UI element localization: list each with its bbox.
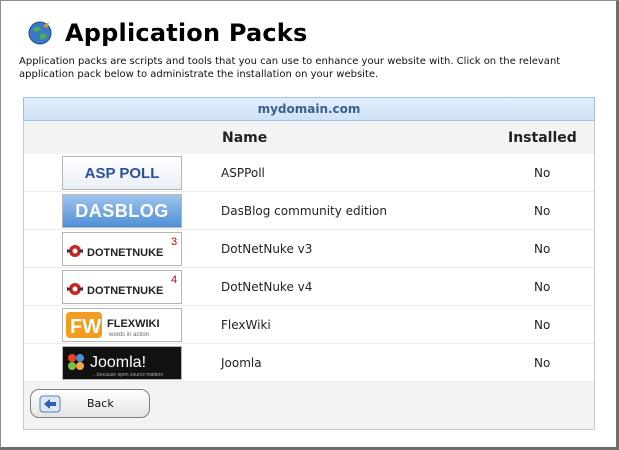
pack-name[interactable]: Joomla xyxy=(221,356,262,370)
joomla-logo[interactable]: Joomla! ...because open source matters xyxy=(62,346,182,380)
pack-installed: No xyxy=(534,318,551,332)
pack-installed: No xyxy=(534,280,551,294)
pack-name[interactable]: DotNetNuke v4 xyxy=(221,280,312,294)
logo-subtext: words in action xyxy=(108,332,149,338)
page-title: Application Packs xyxy=(65,19,308,47)
dasblog-logo[interactable]: DASBLOG xyxy=(62,194,182,228)
table-row-flexwiki[interactable]: FW FLEXWIKI words in action FlexWiki No xyxy=(24,306,594,344)
pack-installed: No xyxy=(534,356,551,370)
dotnetnuke-logo[interactable]: DOTNETNUKE 3 xyxy=(62,232,182,266)
globe-icon xyxy=(27,20,53,46)
table-row-asppoll[interactable]: ASP POLL ASPPoll No xyxy=(24,154,594,192)
logo-text: FLEXWIKI xyxy=(107,318,160,330)
back-button[interactable]: Back xyxy=(30,389,150,418)
table-row-dasblog[interactable]: DASBLOG DasBlog community edition No xyxy=(24,192,594,230)
domain-header: mydomain.com xyxy=(23,97,595,121)
logo-subtext: ...because open source matters xyxy=(93,372,164,378)
pack-installed: No xyxy=(534,242,551,256)
pack-name[interactable]: DasBlog community edition xyxy=(221,204,387,218)
asp-poll-logo[interactable]: ASP POLL xyxy=(62,156,182,190)
pack-installed: No xyxy=(534,166,551,180)
logo-version: 3 xyxy=(171,236,177,248)
packs-table: ASP POLL ASPPoll No DASBLOG DasBlog comm… xyxy=(24,154,594,382)
pack-installed: No xyxy=(534,204,551,218)
dotnetnuke-logo[interactable]: DOTNETNUKE 4 xyxy=(62,270,182,304)
page-description: Application packs are scripts and tools … xyxy=(19,56,561,80)
column-installed: Installed xyxy=(508,130,577,146)
column-name: Name xyxy=(222,130,268,146)
logo-version: 4 xyxy=(171,274,177,286)
pack-name[interactable]: FlexWiki xyxy=(221,318,271,332)
logo-text: ASP POLL xyxy=(84,164,160,182)
table-row-joomla[interactable]: Joomla! ...because open source matters J… xyxy=(24,344,594,382)
app-window: Application Packs Application packs are … xyxy=(0,0,619,450)
back-button-label: Back xyxy=(87,397,114,410)
back-arrow-icon xyxy=(39,395,61,413)
pack-name[interactable]: ASPPoll xyxy=(221,166,265,180)
logo-text: DOTNETNUKE xyxy=(87,247,163,259)
table-row-dotnetnuke-v3[interactable]: DOTNETNUKE 3 DotNetNuke v3 No xyxy=(24,230,594,268)
pack-name[interactable]: DotNetNuke v3 xyxy=(221,242,312,256)
logo-text: Joomla! xyxy=(90,354,146,371)
svg-text:FW: FW xyxy=(70,316,101,338)
logo-text: DASBLOG xyxy=(75,200,169,221)
logo-text: DOTNETNUKE xyxy=(87,285,163,297)
table-header: Name Installed xyxy=(24,121,594,154)
packs-panel: mydomain.com Name Installed ASP POLL ASP… xyxy=(23,97,595,430)
page-header: Application Packs xyxy=(27,15,307,51)
table-row-dotnetnuke-v4[interactable]: DOTNETNUKE 4 DotNetNuke v4 No xyxy=(24,268,594,306)
flexwiki-logo[interactable]: FW FLEXWIKI words in action xyxy=(62,308,182,342)
